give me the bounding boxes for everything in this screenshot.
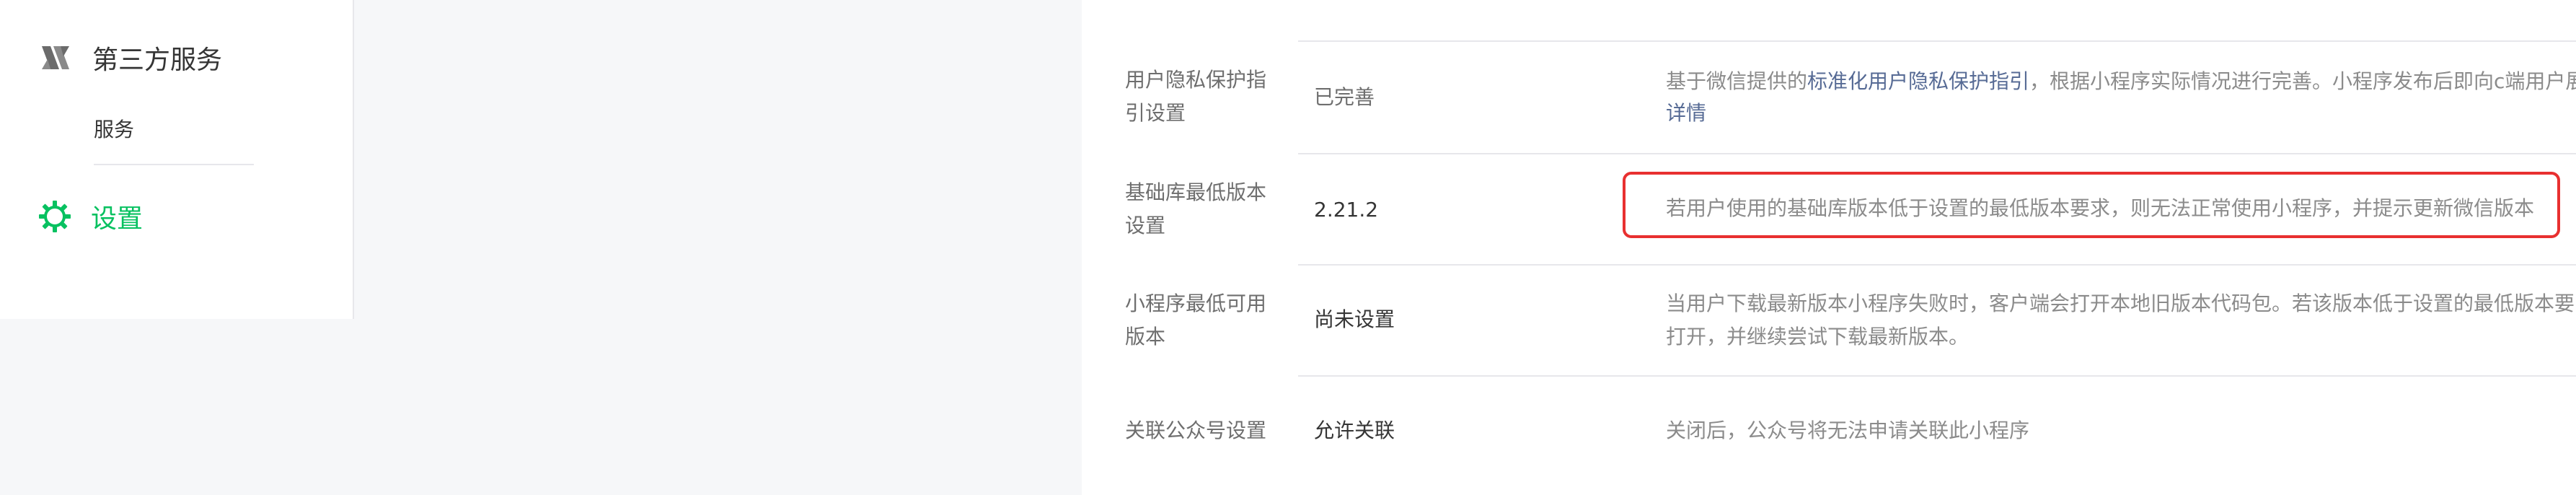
- nav-title-third-party: 第三方服务: [92, 45, 223, 75]
- nav-group-settings[interactable]: 设置: [38, 198, 143, 235]
- row-desc-official-account: 关闭后，公众号将无法申请关联此小程序: [1666, 419, 2030, 442]
- gear-icon: [38, 199, 72, 234]
- row-label-base-lib: 基础库最低版本设置: [1125, 180, 1267, 237]
- desc-text: ，根据小程序实际情况进行完善。小程序发布后即向c端用户展: [2029, 69, 2576, 93]
- settings-panel: 用户隐私保护指引设置 已完善 基于微信提供的标准化用户隐私保护指引，根据小程序实…: [1082, 0, 2576, 495]
- row-divider: [1298, 40, 2576, 42]
- row-value-privacy: 已完善: [1314, 85, 1375, 109]
- third-party-logo-icon: [39, 40, 74, 75]
- row-label-min-version: 小程序最低可用版本: [1125, 292, 1267, 349]
- content-gap: [354, 0, 1081, 495]
- row-desc-privacy: 基于微信提供的标准化用户隐私保护指引，根据小程序实际情况进行完善。小程序发布后即…: [1666, 65, 2576, 98]
- sidebar-item-service[interactable]: 服务: [94, 114, 134, 143]
- row-label-official-account: 关联公众号设置: [1125, 419, 1267, 442]
- row-value-base-lib[interactable]: 2.21.2: [1314, 193, 1378, 227]
- desc-text: 基于微信提供的: [1666, 69, 1808, 93]
- row-desc-privacy-line2: 详情: [1666, 97, 2576, 130]
- row-value-official-account[interactable]: 允许关联: [1314, 414, 1395, 447]
- row-divider: [1298, 375, 2576, 377]
- privacy-guide-link[interactable]: 标准化用户隐私保护指引: [1807, 69, 2029, 93]
- details-link[interactable]: 详情: [1666, 101, 1706, 125]
- row-divider: [1298, 153, 2576, 154]
- nav-group-third-party[interactable]: 第三方服务: [39, 39, 222, 76]
- row-divider: [1298, 264, 2576, 266]
- divider: [94, 164, 254, 165]
- row-desc-min-version-line2: 打开，并继续尝试下载最新版本。: [1666, 325, 1970, 349]
- row-desc-min-version: 当用户下载最新版本小程序失败时，客户端会打开本地旧版本代码包。若该版本低于设置的…: [1666, 292, 2575, 315]
- row-label-privacy: 用户隐私保护指引设置: [1125, 68, 1267, 125]
- sidebar: 第三方服务 服务 设置: [0, 0, 353, 319]
- row-value-min-version[interactable]: 尚未设置: [1314, 303, 1395, 336]
- highlight-annotation: [1623, 172, 2560, 238]
- nav-title-settings: 设置: [91, 204, 144, 234]
